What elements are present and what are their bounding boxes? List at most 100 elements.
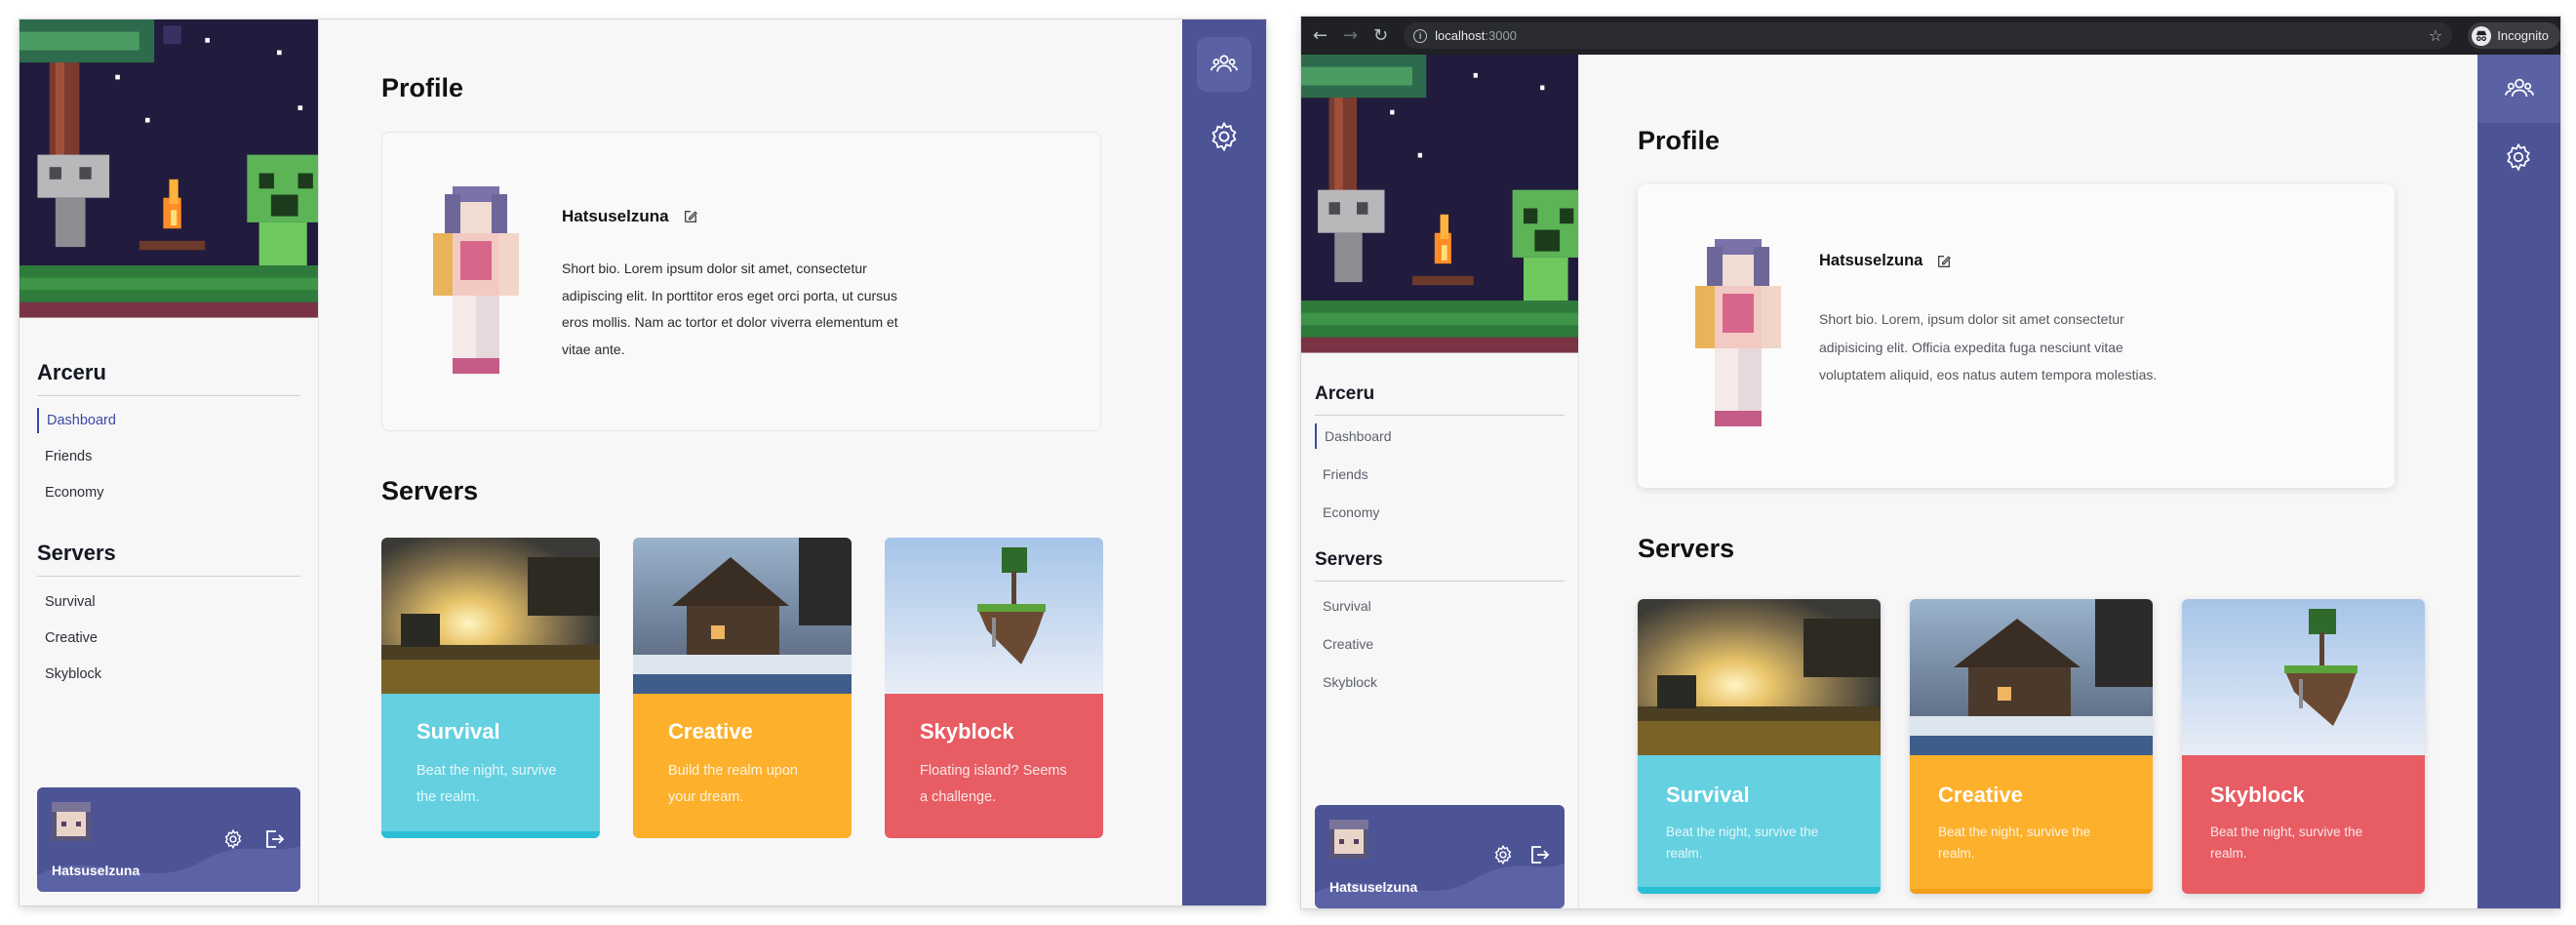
sidebar-item-creative[interactable]: Creative bbox=[37, 621, 318, 657]
server-name: Skyblock bbox=[920, 719, 1014, 744]
gear-icon[interactable] bbox=[1492, 844, 1514, 865]
server-card-survival[interactable]: Survival Beat the night, survive the real… bbox=[381, 538, 600, 838]
server-image-survival bbox=[381, 538, 600, 694]
page-title: Profile bbox=[1638, 126, 1721, 155]
sidebar-group-title-arceru: Arceru bbox=[1315, 383, 1565, 416]
users-icon bbox=[1210, 55, 1238, 72]
avatar bbox=[52, 802, 91, 841]
server-card-survival[interactable]: Survival Beat the night, survive the real… bbox=[1638, 599, 1881, 894]
sidebar-item-creative[interactable]: Creative bbox=[1315, 625, 1578, 664]
server-body-skyblock: Skyblock Beat the night, survive the real… bbox=[2182, 755, 2425, 894]
server-body-creative: Creative Beat the night, survive the real… bbox=[1910, 755, 2153, 889]
sidebar-nav-servers: Survival Creative Skyblock bbox=[1301, 587, 1578, 702]
forward-icon[interactable]: → bbox=[1339, 24, 1362, 48]
incognito-glyph bbox=[2476, 30, 2487, 41]
settings-rail-button[interactable] bbox=[1197, 109, 1251, 164]
servers-title: Servers bbox=[1638, 534, 1735, 563]
browser-window-right: ← → ↻ i localhost:3000 ☆ Incognito Arce… bbox=[1301, 17, 2560, 908]
logout-icon[interactable] bbox=[262, 827, 286, 851]
sidebar-item-skyblock[interactable]: Skyblock bbox=[37, 657, 318, 693]
server-card-skyblock[interactable]: Skyblock Floating island? Seems a challen… bbox=[885, 538, 1103, 838]
sidebar-nav-main: Dashboard Friends Economy bbox=[1301, 423, 1578, 532]
avatar bbox=[1329, 820, 1368, 859]
sidebar: Arceru Dashboard Friends Economy Servers… bbox=[1301, 55, 1579, 908]
server-name: Creative bbox=[1938, 783, 2023, 807]
gear-icon[interactable] bbox=[222, 828, 244, 850]
sidebar-item-survival[interactable]: Survival bbox=[1315, 587, 1578, 625]
server-card-list: Survival Beat the night, survive the real… bbox=[1638, 599, 2425, 894]
server-description: Floating island? Seems a challenge. bbox=[920, 763, 1067, 805]
server-image-skyblock bbox=[2182, 599, 2425, 755]
gear-icon bbox=[1211, 121, 1237, 152]
app-layout: Arceru Dashboard Friends Economy Servers… bbox=[1301, 55, 2560, 908]
right-rail bbox=[1182, 20, 1266, 905]
server-description: Build the realm upon your dream. bbox=[668, 763, 798, 805]
settings-rail-button[interactable] bbox=[2491, 130, 2546, 184]
app-layout: Arceru Dashboard Friends Economy Servers… bbox=[20, 20, 1266, 905]
server-description: Beat the night, survive the realm. bbox=[2210, 824, 2363, 861]
server-name: Creative bbox=[668, 719, 753, 744]
profile-name: Hatsuselzuna bbox=[1819, 252, 1923, 269]
sidebar-item-friends[interactable]: Friends bbox=[37, 439, 318, 475]
server-description: Beat the night, survive the realm. bbox=[1938, 824, 2091, 861]
profile-name-row: Hatsuselzuna bbox=[1819, 252, 1952, 270]
server-card-skyblock[interactable]: Skyblock Beat the night, survive the real… bbox=[2182, 599, 2425, 894]
server-card-creative[interactable]: Creative Build the realm upon your dream. bbox=[633, 538, 852, 838]
incognito-icon bbox=[2472, 25, 2492, 46]
browser-toolbar: ← → ↻ i localhost:3000 ☆ Incognito bbox=[1301, 17, 2560, 55]
info-icon[interactable]: i bbox=[1413, 28, 1428, 43]
server-body-skyblock: Skyblock Floating island? Seems a challen… bbox=[885, 694, 1103, 838]
friends-rail-button[interactable] bbox=[1197, 37, 1251, 92]
profile-bio: Short bio. Lorem, ipsum dolor sit amet c… bbox=[1819, 311, 2158, 382]
server-card-list: Survival Beat the night, survive the real… bbox=[381, 538, 1103, 838]
server-image-skyblock bbox=[885, 538, 1103, 694]
right-rail bbox=[2477, 55, 2560, 908]
server-body-creative: Creative Build the realm upon your dream. bbox=[633, 694, 852, 838]
back-icon[interactable]: ← bbox=[1309, 24, 1331, 48]
edit-icon[interactable] bbox=[683, 209, 698, 224]
sidebar-item-economy[interactable]: Economy bbox=[37, 475, 318, 511]
sidebar-item-economy[interactable]: Economy bbox=[1315, 494, 1578, 532]
users-icon bbox=[2504, 78, 2534, 98]
sidebar-group-title-arceru: Arceru bbox=[37, 360, 300, 396]
sidebar-item-dashboard[interactable]: Dashboard bbox=[1315, 423, 1578, 449]
sidebar: Arceru Dashboard Friends Economy Servers… bbox=[20, 20, 319, 905]
server-stripe-survival bbox=[381, 831, 600, 838]
sidebar-nav-servers: Survival Creative Skyblock bbox=[20, 584, 318, 693]
server-card-creative[interactable]: Creative Beat the night, survive the real… bbox=[1910, 599, 2153, 894]
servers-title: Servers bbox=[381, 476, 479, 505]
sidebar-group-title-servers: Servers bbox=[37, 541, 300, 577]
sidebar-item-dashboard[interactable]: Dashboard bbox=[37, 408, 318, 433]
edit-icon[interactable] bbox=[1936, 254, 1952, 269]
incognito-label: Incognito bbox=[2497, 28, 2549, 43]
server-image-survival bbox=[1638, 599, 1881, 755]
incognito-indicator[interactable]: Incognito bbox=[2468, 22, 2560, 49]
server-name: Survival bbox=[1666, 783, 1750, 807]
user-name: Hatsuselzuna bbox=[52, 863, 140, 878]
logout-icon[interactable] bbox=[1527, 843, 1551, 866]
profile-name-row: Hatsuselzuna bbox=[562, 207, 698, 226]
server-image-creative bbox=[633, 538, 852, 694]
server-body-survival: Survival Beat the night, survive the real… bbox=[1638, 755, 1881, 894]
server-description: Beat the night, survive the realm. bbox=[1666, 824, 1819, 861]
sidebar-nav-main: Dashboard Friends Economy bbox=[20, 408, 318, 511]
reload-icon[interactable]: ↻ bbox=[1369, 24, 1392, 48]
sidebar-banner bbox=[20, 20, 318, 327]
page-title: Profile bbox=[381, 73, 464, 102]
sidebar-item-survival[interactable]: Survival bbox=[37, 584, 318, 621]
friends-rail-button[interactable] bbox=[2477, 55, 2560, 123]
sidebar-item-friends[interactable]: Friends bbox=[1315, 456, 1578, 494]
url-host: localhost bbox=[1435, 28, 1486, 43]
gear-icon bbox=[2507, 142, 2530, 172]
sidebar-banner bbox=[1301, 55, 1578, 362]
player-skin-image bbox=[433, 186, 519, 374]
sidebar-item-skyblock[interactable]: Skyblock bbox=[1315, 664, 1578, 702]
url-port: :3000 bbox=[1485, 28, 1517, 43]
server-name: Survival bbox=[416, 719, 500, 744]
main-content: Profile Hatsuselzuna bbox=[1579, 55, 2477, 908]
address-bar[interactable]: i localhost:3000 ☆ bbox=[1404, 22, 2453, 49]
profile-card: Hatsuselzuna Short bio. Lorem ipsum dolo… bbox=[381, 132, 1101, 431]
star-icon[interactable]: ☆ bbox=[2429, 26, 2442, 45]
player-skin-image bbox=[1695, 239, 1781, 426]
server-description: Beat the night, survive the realm. bbox=[416, 763, 557, 805]
